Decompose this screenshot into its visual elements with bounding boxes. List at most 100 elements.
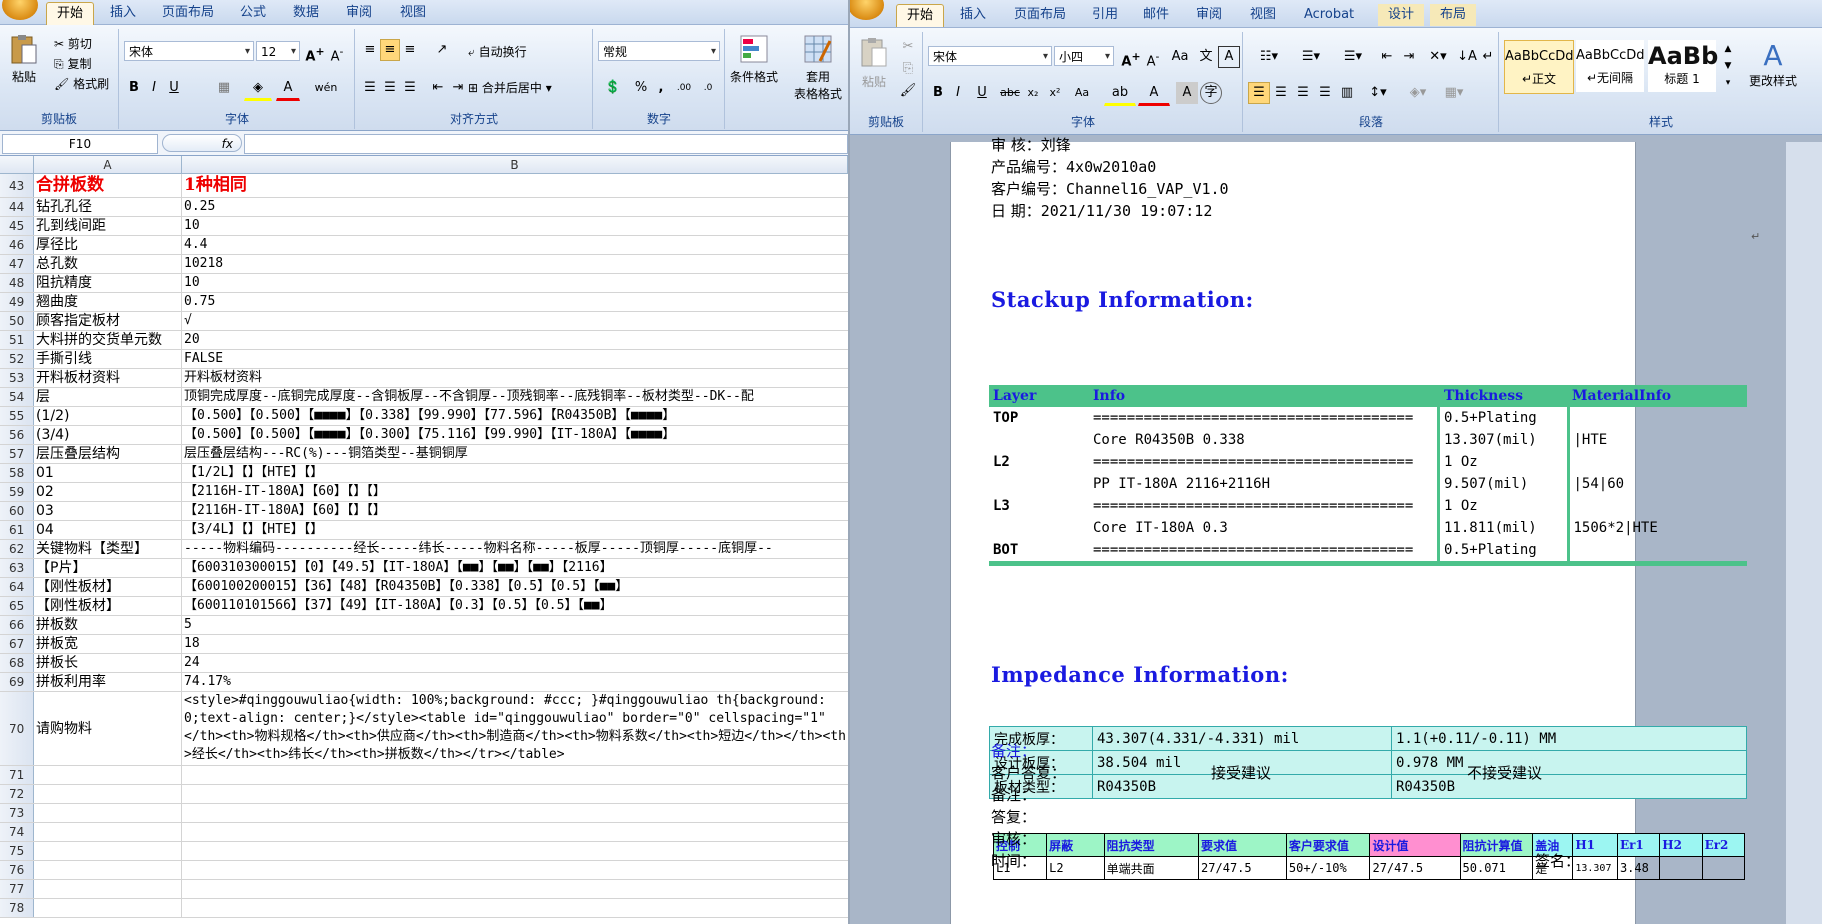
fx-button[interactable]: fx: [162, 134, 242, 152]
cell-b[interactable]: 【1/2L】【】【HTE】【】: [182, 464, 848, 482]
table-row[interactable]: 44 钻孔孔径 0.25: [0, 198, 848, 217]
row-header[interactable]: 50: [0, 312, 34, 330]
row-header[interactable]: 64: [0, 578, 34, 596]
word-distributed-icon[interactable]: ▥: [1336, 82, 1358, 104]
cell-b[interactable]: 74.17%: [182, 673, 848, 691]
cell-a[interactable]: 总孔数: [34, 255, 182, 273]
table-row[interactable]: 45 孔到线间距 10: [0, 217, 848, 236]
row-header[interactable]: 43: [0, 174, 34, 197]
cell-a[interactable]: 厚径比: [34, 236, 182, 254]
cell-b[interactable]: 10: [182, 274, 848, 292]
office-button[interactable]: [2, 0, 38, 20]
word-tab-layout[interactable]: 布局: [1430, 4, 1477, 26]
cell-b[interactable]: 【0.500】【0.500】【■■■■】【0.300】【75.116】【99.9…: [182, 426, 848, 444]
cell-a[interactable]: [34, 785, 182, 803]
row-header[interactable]: 56: [0, 426, 34, 444]
excel-format-as-table-button[interactable]: 套用 表格格式: [794, 33, 842, 102]
style-heading-1[interactable]: AaBb 标题 1: [1648, 40, 1718, 92]
row-header[interactable]: 78: [0, 899, 34, 917]
row-header[interactable]: 69: [0, 673, 34, 691]
word-asian-layout-icon[interactable]: ✕▾: [1422, 46, 1454, 68]
cell-a[interactable]: [34, 766, 182, 784]
row-header[interactable]: 44: [0, 198, 34, 216]
cell-b[interactable]: 开料板材资料: [182, 369, 848, 387]
cell-a[interactable]: 翘曲度: [34, 293, 182, 311]
table-row[interactable]: 46 厚径比 4.4: [0, 236, 848, 255]
row-header[interactable]: 52: [0, 350, 34, 368]
word-font-color-icon[interactable]: A: [1138, 82, 1170, 106]
excel-wrap-text-button[interactable]: ⤶ 自动换行: [468, 43, 527, 60]
cell-a[interactable]: (3/4): [34, 426, 182, 444]
table-row[interactable]: 43 合拼板数 1种相同: [0, 174, 848, 198]
cell-b[interactable]: 24: [182, 654, 848, 672]
word-increase-indent-icon[interactable]: ⇥: [1398, 46, 1420, 68]
excel-phonetic-icon[interactable]: wén: [310, 77, 342, 99]
table-row[interactable]: 50 顾客指定板材 √: [0, 312, 848, 331]
word-align-left-icon[interactable]: ☰: [1248, 82, 1270, 104]
cell-a[interactable]: [34, 899, 182, 917]
excel-cut-button[interactable]: ✂ 剪切: [54, 35, 92, 52]
excel-tab-insert[interactable]: 插入: [100, 2, 146, 24]
cell-a[interactable]: 阻抗精度: [34, 274, 182, 292]
row-header[interactable]: 63: [0, 559, 34, 577]
excel-tab-review[interactable]: 审阅: [336, 2, 382, 24]
word-tab-insert[interactable]: 插入: [950, 4, 996, 26]
cell-b[interactable]: 【0.500】【0.500】【■■■■】【0.338】【99.990】【77.5…: [182, 407, 848, 425]
cell-b[interactable]: [182, 880, 848, 898]
cell-a[interactable]: [34, 823, 182, 841]
cell-b[interactable]: 4.4: [182, 236, 848, 254]
excel-align-right-icon[interactable]: ☰: [400, 77, 420, 99]
table-row[interactable]: 62 关键物料【类型】 -----物料编码----------经长-----纬长--…: [0, 540, 848, 559]
word-tab-home[interactable]: 开始: [896, 4, 945, 27]
table-row[interactable]: 77: [0, 880, 848, 899]
word-underline-icon[interactable]: U: [968, 82, 996, 104]
excel-shrink-font-icon[interactable]: A-: [326, 41, 348, 64]
excel-decrease-indent-icon[interactable]: ⇤: [428, 77, 448, 99]
cell-a[interactable]: 拼板利用率: [34, 673, 182, 691]
table-row[interactable]: 54 层顶铜完成厚度--底铜完成厚度--含铜板厚--不含铜厚--顶残铜率--底残铜…: [0, 388, 848, 407]
cell-a[interactable]: 【P片】: [34, 559, 182, 577]
row-header[interactable]: 62: [0, 540, 34, 558]
cell-b[interactable]: 18: [182, 635, 848, 653]
cell-a[interactable]: (1/2): [34, 407, 182, 425]
excel-currency-icon[interactable]: 💲: [598, 77, 628, 99]
row-header[interactable]: 70: [0, 692, 34, 765]
column-header-b[interactable]: B: [182, 156, 848, 174]
word-tab-review[interactable]: 审阅: [1186, 4, 1232, 26]
excel-grow-font-icon[interactable]: A+: [304, 41, 326, 64]
table-row[interactable]: 64 【刚性板材】 【600100200015】【36】【48】【R04350B】【…: [0, 578, 848, 597]
cell-b[interactable]: √: [182, 312, 848, 330]
row-header[interactable]: 55: [0, 407, 34, 425]
table-row[interactable]: 48 阻抗精度 10: [0, 274, 848, 293]
cell-a[interactable]: 大料拼的交货单元数: [34, 331, 182, 349]
table-row[interactable]: 53 开料板材资料 开料板材资料: [0, 369, 848, 388]
word-strikethrough-icon[interactable]: abc: [998, 82, 1022, 104]
excel-font-color-icon[interactable]: A: [276, 77, 300, 101]
excel-paste-button[interactable]: 粘贴: [8, 33, 40, 85]
excel-align-bottom-icon[interactable]: ≡: [400, 39, 420, 61]
cell-b[interactable]: 【600310300015】【0】【49.5】【IT-180A】【■■】【■■】…: [182, 559, 848, 577]
row-header[interactable]: 74: [0, 823, 34, 841]
word-bold-icon[interactable]: B: [928, 82, 948, 104]
word-grow-font-icon[interactable]: A+: [1120, 46, 1142, 69]
excel-percent-icon[interactable]: %: [630, 77, 652, 99]
excel-orientation-icon[interactable]: ↗: [428, 39, 456, 61]
word-justify-icon[interactable]: ☰: [1314, 82, 1336, 104]
row-header[interactable]: 53: [0, 369, 34, 387]
cell-a[interactable]: 拼板宽: [34, 635, 182, 653]
row-header[interactable]: 58: [0, 464, 34, 482]
excel-align-left-icon[interactable]: ☰: [360, 77, 380, 99]
table-row[interactable]: 47 总孔数 10218: [0, 255, 848, 274]
cell-b[interactable]: <style>#qinggouwuliao{width: 100%;backgr…: [182, 692, 848, 765]
excel-align-middle-icon[interactable]: ≡: [380, 39, 400, 61]
select-all-corner[interactable]: [0, 156, 34, 174]
word-line-spacing-icon[interactable]: ↕▾: [1362, 82, 1394, 104]
word-tab-design[interactable]: 设计: [1378, 4, 1425, 26]
excel-decrease-decimal-icon[interactable]: .0: [696, 77, 720, 99]
excel-italic-icon[interactable]: I: [144, 77, 164, 99]
change-styles-button[interactable]: A 更改样式: [1740, 40, 1806, 89]
cell-a[interactable]: 层压叠层结构: [34, 445, 182, 463]
word-cut-icon[interactable]: ✂: [898, 36, 918, 58]
cell-b[interactable]: 【600100200015】【36】【48】【R04350B】【0.338】【0…: [182, 578, 848, 596]
word-shrink-font-icon[interactable]: A-: [1142, 46, 1164, 69]
